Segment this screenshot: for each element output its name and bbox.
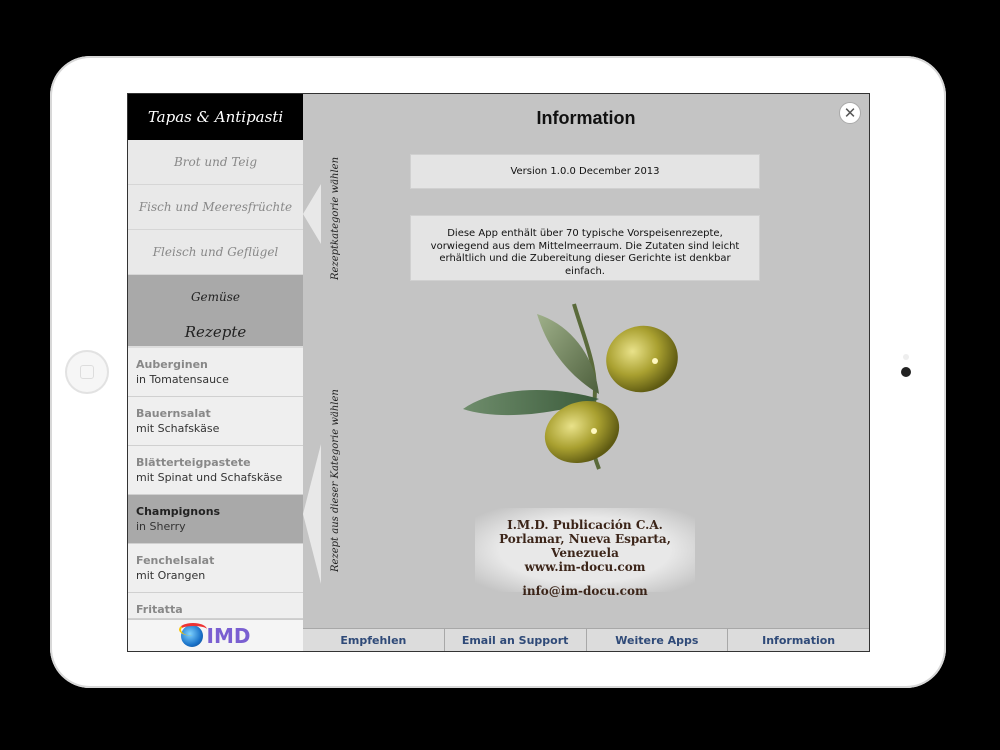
recipe-title: Auberginen: [136, 358, 208, 371]
recipe-item[interactable]: Auberginen in Tomatensauce: [128, 348, 303, 397]
description-box: Diese App enthält über 70 typische Vorsp…: [410, 215, 760, 281]
recipe-pointer-arrow: [303, 444, 321, 584]
recipe-subtitle: mit Spinat und Schafskäse: [136, 471, 283, 484]
recipe-title: Blätterteigpastete: [136, 456, 251, 469]
category-item[interactable]: Fisch und Meeresfrüchte: [128, 185, 303, 230]
recipe-title: Fenchelsalat: [136, 554, 215, 567]
publisher-website-link[interactable]: www.im-docu.com: [475, 560, 695, 574]
home-button[interactable]: [65, 350, 109, 394]
imd-logo: IMD: [128, 619, 303, 651]
recipe-subtitle: mit Schafskäse: [136, 422, 220, 435]
recipe-item-selected[interactable]: Champignons in Sherry: [128, 495, 303, 544]
app-screen: Tapas & Antipasti Brot und Teig Fisch un…: [127, 93, 870, 652]
tab-email-support[interactable]: Email an Support: [445, 629, 587, 651]
close-button[interactable]: ✕: [839, 102, 861, 124]
light-sensor: [903, 354, 909, 360]
globe-icon: [178, 622, 207, 647]
recipe-item[interactable]: Fritatta: [128, 593, 303, 619]
recipe-subtitle: in Tomatensauce: [136, 373, 229, 386]
category-item[interactable]: Brot und Teig: [128, 140, 303, 185]
tab-information[interactable]: Information: [728, 629, 869, 651]
recipe-subtitle: mit Orangen: [136, 569, 206, 582]
publisher-name: I.M.D. Publicación C.A.: [507, 518, 663, 532]
recipe-title: Champignons: [136, 505, 221, 518]
recipe-item[interactable]: Fenchelsalat mit Orangen: [128, 544, 303, 593]
tab-empfehlen[interactable]: Empfehlen: [303, 629, 445, 651]
olive-branch-icon: [463, 303, 678, 470]
category-item-selected[interactable]: Gemüse: [128, 275, 303, 318]
recipe-title: Bauernsalat: [136, 407, 211, 420]
version-box: Version 1.0.0 December 2013: [410, 154, 760, 189]
category-item[interactable]: Fleisch und Geflügel: [128, 230, 303, 275]
close-icon: ✕: [843, 103, 857, 122]
recipes-header: Rezepte: [128, 318, 303, 348]
category-pointer-arrow: [303, 184, 321, 244]
recipe-item[interactable]: Bauernsalat mit Schafskäse: [128, 397, 303, 446]
tab-weitere-apps[interactable]: Weitere Apps: [587, 629, 729, 651]
logo-text: IMD: [206, 623, 251, 648]
sidebar-title: Tapas & Antipasti: [128, 94, 303, 140]
recipe-title: Fritatta: [136, 603, 183, 616]
publisher-location: Porlamar, Nueva Esparta, Venezuela: [499, 532, 671, 560]
main-panel: Rezeptkategorie wählen Rezept aus dieser…: [303, 94, 869, 651]
bottom-tab-bar: Empfehlen Email an Support Weitere Apps …: [303, 628, 869, 651]
vertical-label-category: Rezeptkategorie wählen: [330, 156, 341, 280]
camera-icon: [901, 367, 911, 377]
recipe-item[interactable]: Blätterteigpastete mit Spinat und Schafs…: [128, 446, 303, 495]
sidebar: Tapas & Antipasti Brot und Teig Fisch un…: [128, 94, 303, 651]
publisher-email-link[interactable]: info@im-docu.com: [475, 584, 695, 598]
page-title: Information: [536, 108, 636, 128]
vertical-label-recipe: Rezept aus dieser Kategorie wählen: [330, 389, 341, 572]
recipe-subtitle: in Sherry: [136, 520, 186, 533]
publisher-address: I.M.D. Publicación C.A. Porlamar, Nueva …: [475, 508, 695, 598]
